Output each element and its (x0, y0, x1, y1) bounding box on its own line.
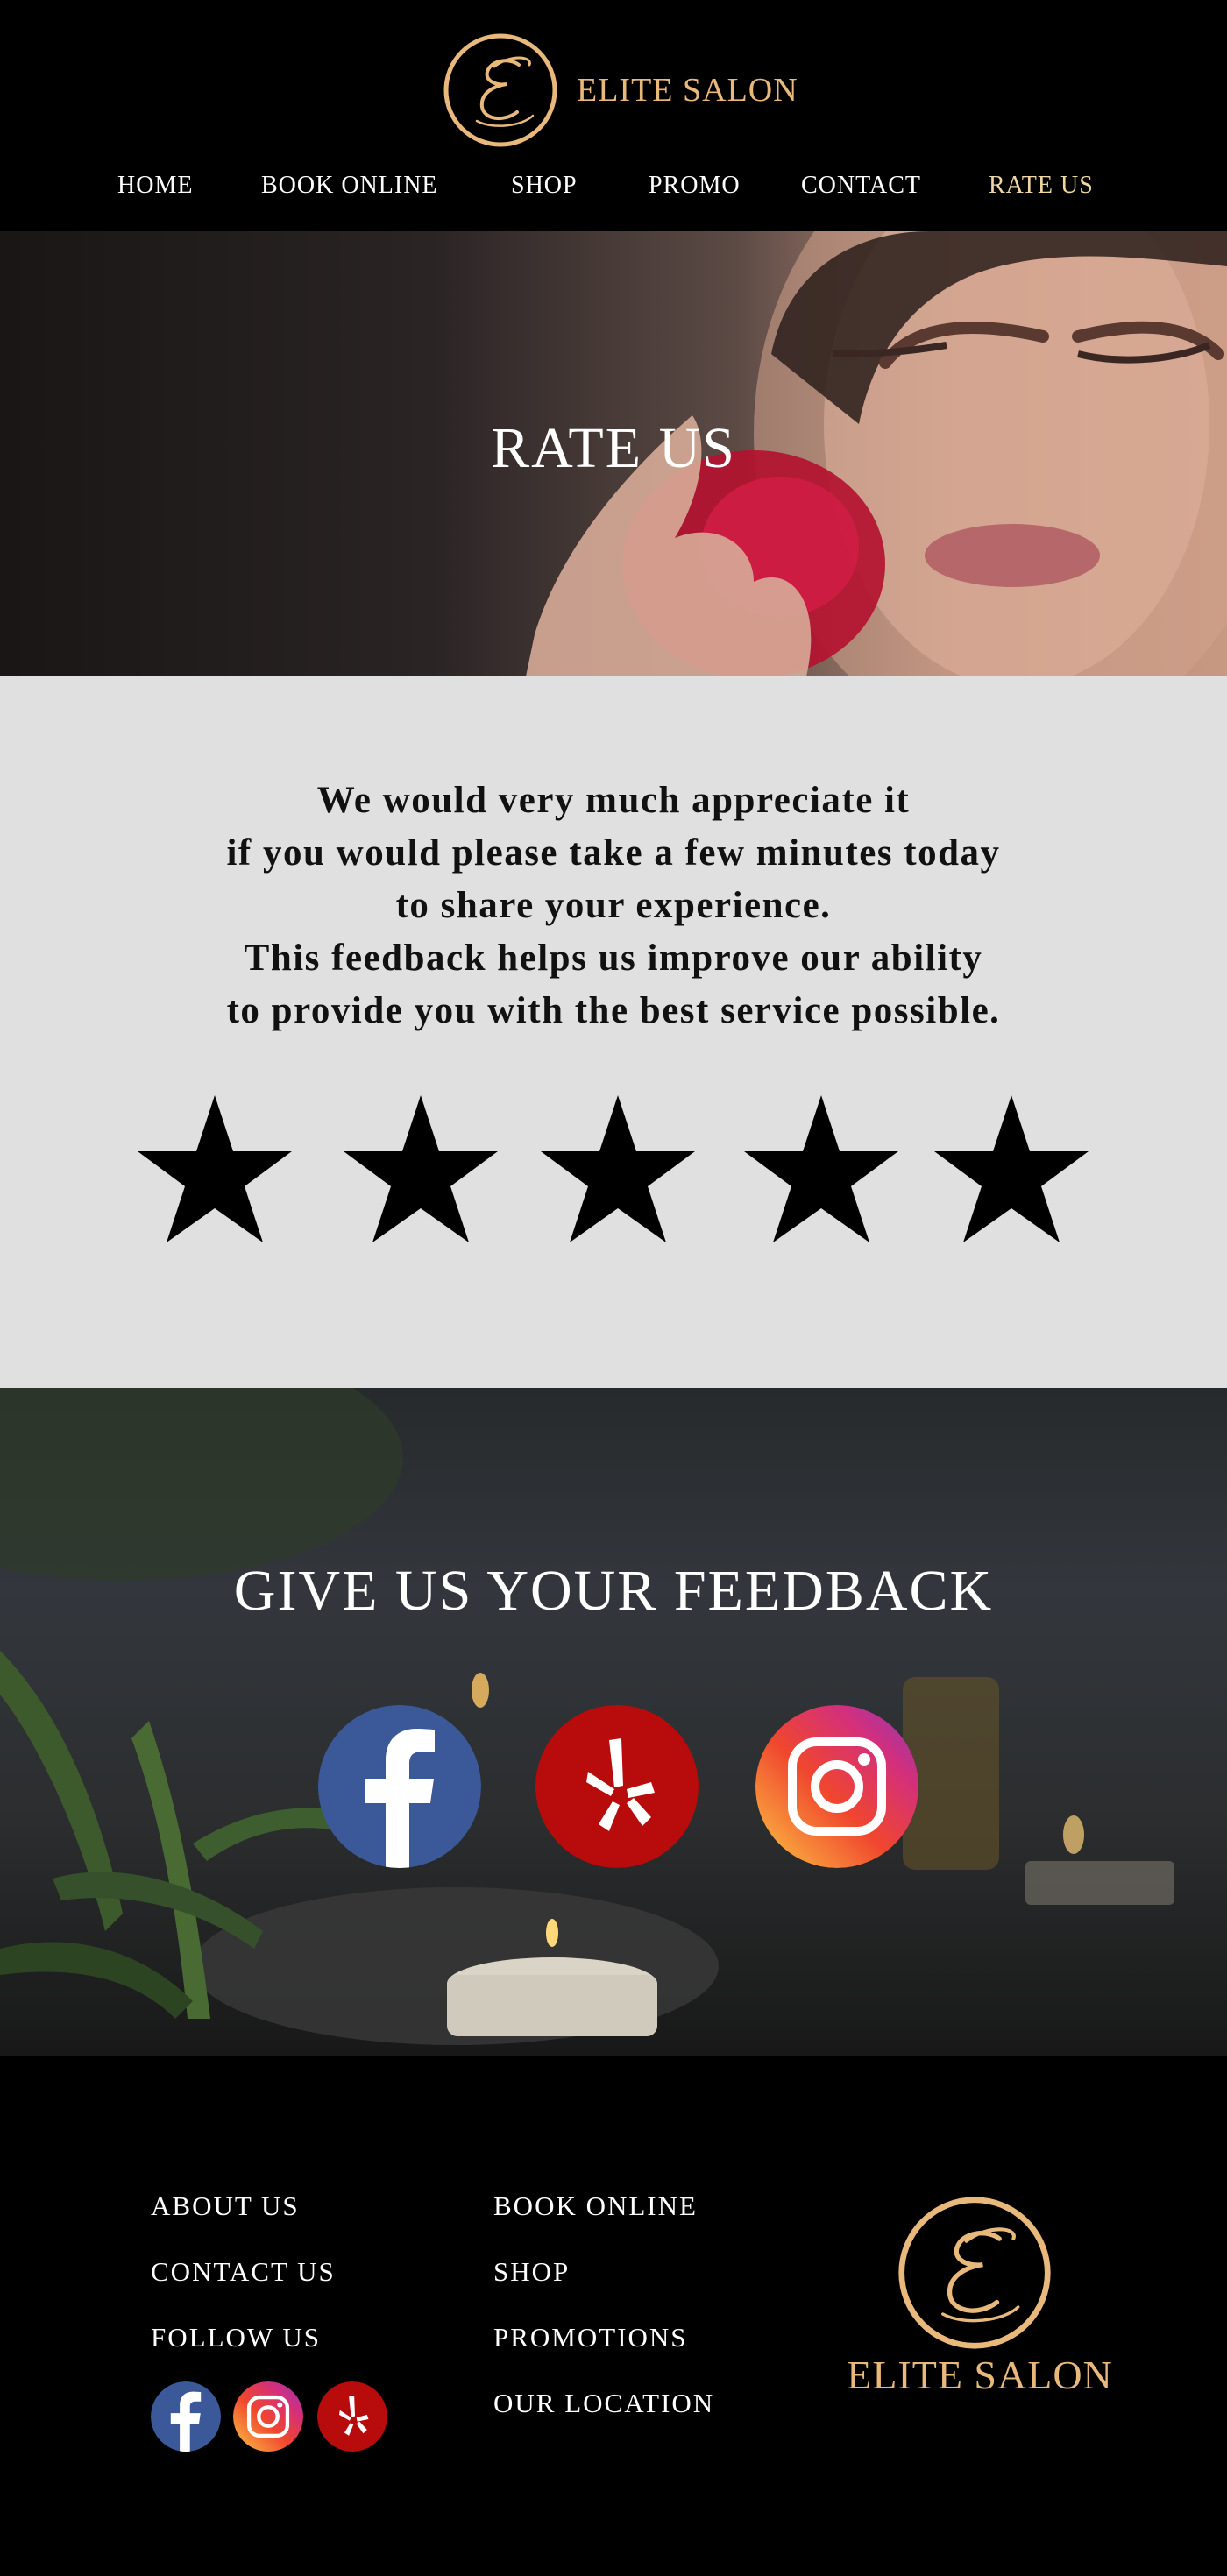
hero-title: RATE US (491, 416, 736, 480)
rating-message-line: if you would please take a few minutes t… (226, 832, 1001, 874)
footer-logo-emblem-icon (896, 2194, 1053, 2352)
nav-rate-us[interactable]: RATE US (989, 172, 1094, 200)
nav-book-online[interactable]: BOOK ONLINE (261, 172, 438, 200)
star-icon[interactable] (539, 1093, 697, 1244)
footer-follow-us[interactable]: FOLLOW US (151, 2322, 321, 2353)
main-nav: HOME BOOK ONLINE SHOP PROMO CONTACT RATE… (0, 172, 1227, 214)
nav-promo[interactable]: PROMO (649, 172, 741, 200)
rating-message-line: to share your experience. (395, 885, 832, 926)
feedback-title: GIVE US YOUR FEEDBACK (233, 1559, 994, 1623)
brand-logo[interactable]: ELITE SALON (442, 32, 798, 149)
footer-our-location[interactable]: OUR LOCATION (493, 2388, 714, 2419)
footer-shop[interactable]: SHOP (493, 2256, 570, 2288)
rating-message-line: to provide you with the best service pos… (226, 990, 1001, 1031)
feedback-section: GIVE US YOUR FEEDBACK (0, 1388, 1227, 2056)
logo-emblem-icon (442, 32, 559, 149)
star-icon[interactable] (933, 1093, 1090, 1244)
site-footer: ABOUT US CONTACT US FOLLOW US BOOK ONLIN… (0, 2056, 1227, 2576)
yelp-icon[interactable] (535, 1705, 699, 1868)
footer-book-online[interactable]: BOOK ONLINE (493, 2190, 698, 2222)
footer-brand-name: ELITE SALON (847, 2353, 1113, 2397)
nav-contact[interactable]: CONTACT (801, 172, 921, 200)
footer-contact-us[interactable]: CONTACT US (151, 2256, 336, 2288)
facebook-icon[interactable] (151, 2381, 221, 2452)
rating-section: We would very much appreciate it if you … (0, 676, 1227, 1388)
footer-promotions[interactable]: PROMOTIONS (493, 2322, 688, 2353)
footer-about-us[interactable]: ABOUT US (151, 2190, 300, 2222)
instagram-icon[interactable] (755, 1705, 918, 1868)
yelp-icon[interactable] (317, 2381, 387, 2452)
rating-message-line: This feedback helps us improve our abili… (244, 938, 983, 979)
star-icon[interactable] (742, 1093, 900, 1244)
brand-name: ELITE SALON (577, 72, 798, 109)
star-icon[interactable] (136, 1093, 294, 1244)
nav-shop[interactable]: SHOP (511, 172, 578, 200)
instagram-icon[interactable] (233, 2381, 303, 2452)
rating-message-line: We would very much appreciate it (316, 780, 911, 821)
facebook-icon[interactable] (318, 1705, 481, 1868)
star-icon[interactable] (342, 1093, 500, 1244)
nav-home[interactable]: HOME (117, 172, 193, 200)
hero-banner: RATE US (0, 231, 1227, 676)
rating-message: We would very much appreciate it if you … (0, 775, 1227, 1037)
site-header: ELITE SALON HOME BOOK ONLINE SHOP PROMO … (0, 0, 1227, 231)
